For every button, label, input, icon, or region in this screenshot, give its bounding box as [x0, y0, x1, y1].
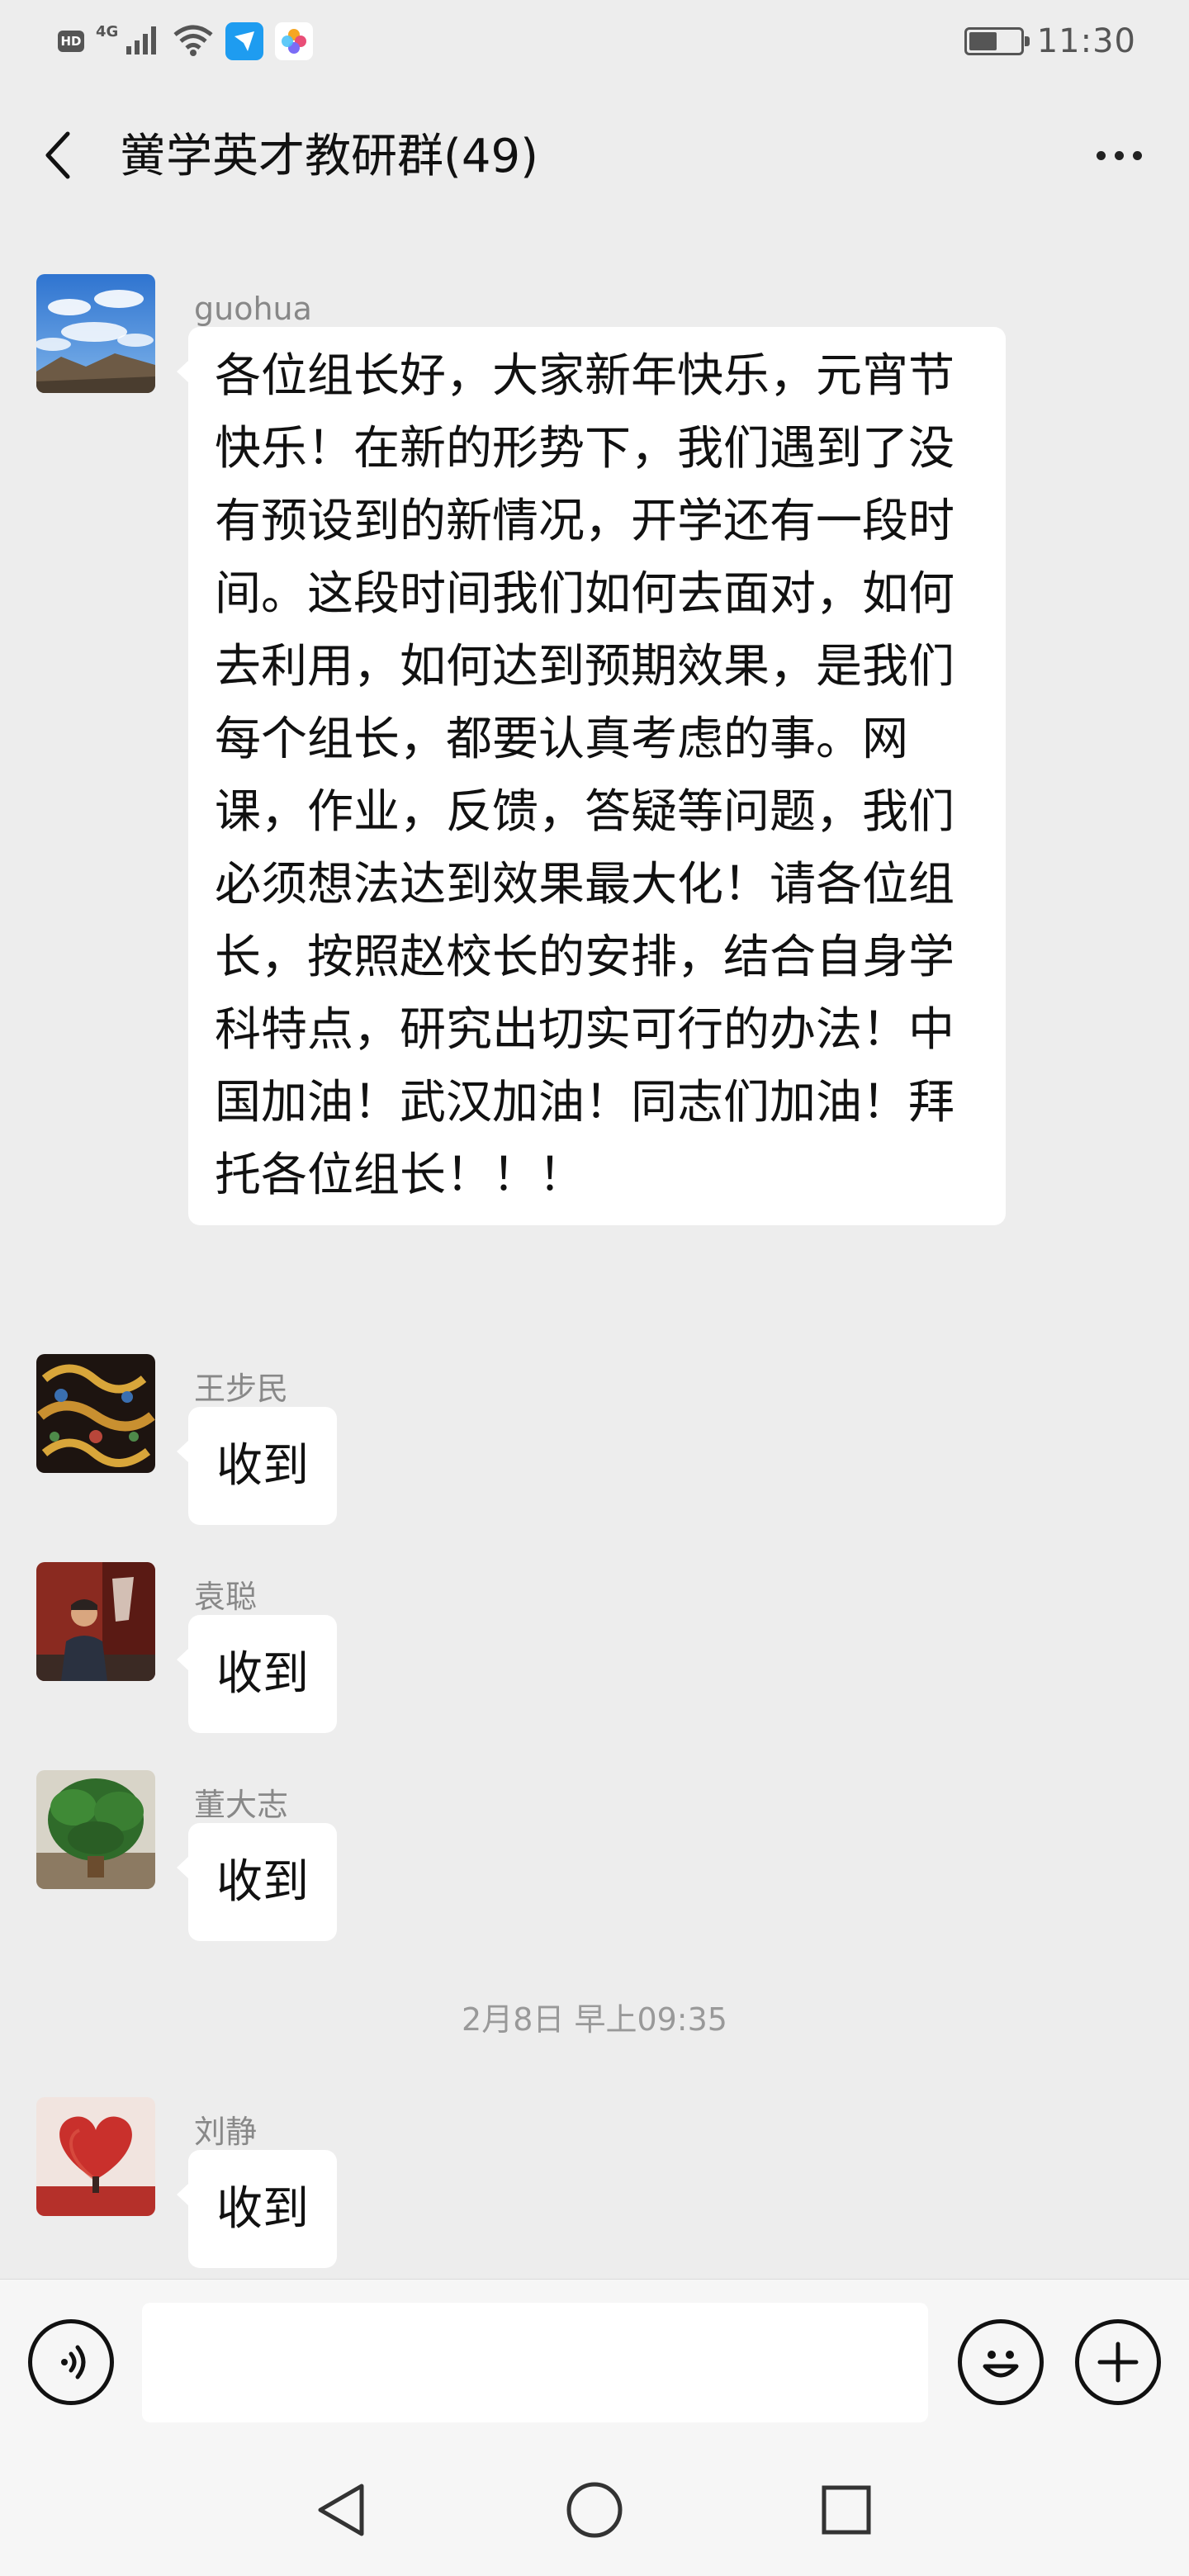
sender-name: 王步民 — [194, 1371, 289, 1407]
more-button[interactable] — [1082, 124, 1156, 187]
status-left: HD 4G — [58, 21, 314, 61]
back-button[interactable] — [33, 124, 83, 187]
plus-icon — [1097, 2342, 1139, 2383]
wechat-group-chat-screen: HD 4G 11:30 黉学英才教研群(49) guohua 各位组长好，大家新… — [0, 0, 1189, 2576]
chat-header: 黉学英才教研群(49) — [0, 91, 1189, 219]
emoji-button[interactable] — [958, 2319, 1044, 2405]
nav-recent-button[interactable] — [809, 2477, 883, 2543]
person-portrait-avatar-image — [36, 1562, 155, 1681]
status-right: 11:30 — [964, 18, 1136, 64]
feishu-app-icon — [225, 22, 264, 60]
status-time: 11:30 — [1036, 22, 1136, 60]
wifi-icon — [173, 23, 214, 59]
voice-input-button[interactable] — [28, 2319, 114, 2405]
heart-tree-avatar-image — [36, 2097, 155, 2216]
emoji-icon — [983, 2351, 1019, 2378]
message-bubble[interactable]: 收到 — [177, 1407, 337, 1525]
nav-home-icon — [566, 2482, 623, 2538]
nav-back-button[interactable] — [304, 2477, 378, 2543]
nav-recent-icon — [822, 2485, 871, 2535]
dragon-pattern-avatar-image — [36, 1354, 155, 1473]
message-bubble[interactable]: 收到 — [177, 2150, 337, 2268]
avatar[interactable] — [36, 2097, 155, 2216]
status-bar: HD 4G 11:30 — [0, 0, 1189, 83]
message-bubble[interactable]: 收到 — [177, 1823, 337, 1941]
avatar[interactable] — [36, 1354, 155, 1473]
sender-name: 袁聪 — [194, 1579, 258, 1615]
signal-icon — [125, 23, 161, 59]
avatar[interactable] — [36, 274, 155, 393]
nav-back-icon — [318, 2484, 364, 2536]
avatar[interactable] — [36, 1562, 155, 1681]
battery-icon — [964, 27, 1030, 55]
time-divider: 2月8日 早上09:35 — [462, 2001, 727, 2038]
sender-name: 刘静 — [194, 2114, 258, 2150]
more-dots-icon — [1096, 150, 1142, 160]
message-bubble[interactable]: 各位组长好，大家新年快乐，元宵节快乐！在新的形势下，我们遇到了没有预设到的新情况… — [177, 327, 1006, 1225]
chevron-left-icon — [45, 131, 70, 179]
system-navigation-bar — [0, 2444, 1189, 2576]
sender-name: guohua — [194, 291, 312, 327]
message-bubble[interactable]: 收到 — [177, 1615, 337, 1733]
chat-title: 黉学英才教研群(49) — [120, 130, 538, 183]
more-functions-button[interactable] — [1075, 2319, 1161, 2405]
hd-badge: HD — [58, 31, 84, 52]
avatar[interactable] — [36, 1770, 155, 1889]
voice-icon — [61, 2345, 86, 2379]
network-type-label: 4G — [96, 23, 119, 40]
message-input[interactable] — [142, 2303, 928, 2422]
photo-app-icon — [275, 22, 314, 60]
battery-level — [969, 32, 997, 50]
sender-name: 董大志 — [194, 1787, 289, 1823]
plant-avatar-image — [36, 1770, 155, 1889]
sky-mountain-avatar-image — [36, 274, 155, 393]
input-bar — [0, 2279, 1189, 2444]
nav-home-button[interactable] — [557, 2477, 632, 2543]
message-list[interactable]: guohua 各位组长好，大家新年快乐，元宵节快乐！在新的形势下，我们遇到了没有… — [0, 219, 1189, 2279]
